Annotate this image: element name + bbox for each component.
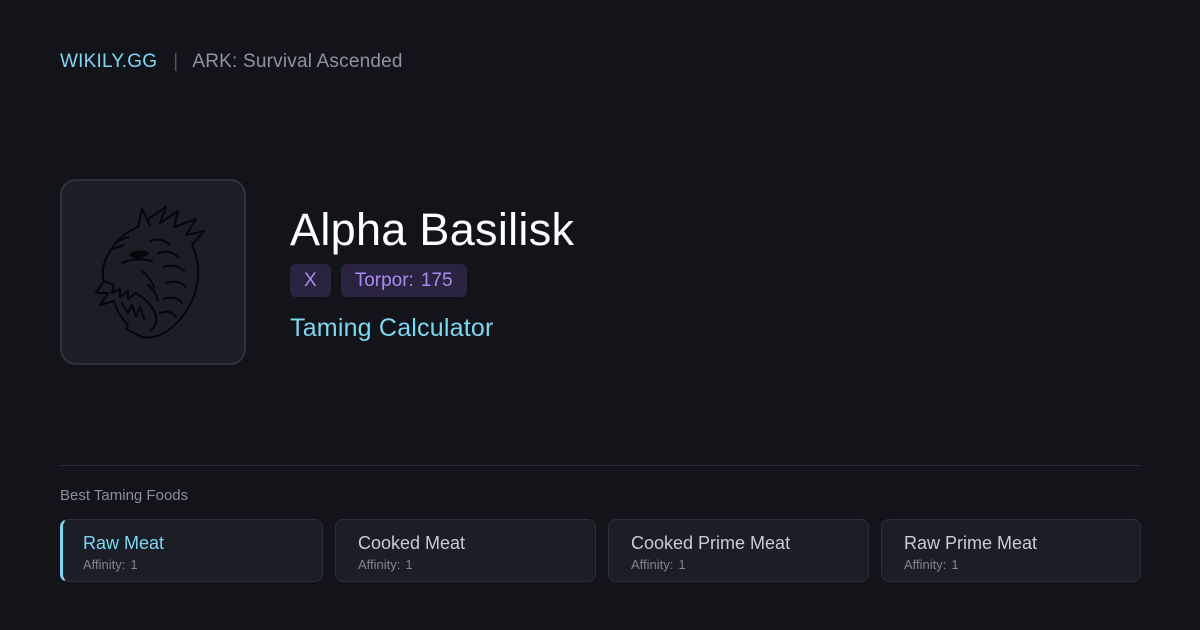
page: WIKILY.GG | ARK: Survival Ascended Alpha… — [0, 0, 1200, 630]
food-card-raw-meat[interactable]: Raw Meat Affinity: 1 — [60, 519, 323, 582]
header-bar: WIKILY.GG | ARK: Survival Ascended — [60, 49, 403, 75]
creature-name: Alpha Basilisk — [290, 204, 575, 255]
header-separator: | — [173, 51, 179, 72]
game-title[interactable]: ARK: Survival Ascended — [192, 51, 402, 73]
food-affinity: Affinity: 1 — [83, 557, 138, 572]
badge-label: Torpor: — [354, 269, 414, 291]
food-affinity: Affinity: 1 — [358, 557, 413, 572]
food-card-raw-prime-meat[interactable]: Raw Prime Meat Affinity: 1 — [881, 519, 1141, 582]
section-divider — [60, 465, 1140, 466]
food-name: Cooked Meat — [358, 533, 466, 553]
creature-portrait — [60, 179, 246, 365]
food-list: Raw Meat Affinity: 1 Cooked Meat Affinity… — [60, 519, 1141, 582]
badge-label: X — [304, 269, 317, 291]
food-name: Raw Prime Meat — [904, 533, 1038, 553]
food-card-cooked-meat[interactable]: Cooked Meat Affinity: 1 — [335, 519, 596, 582]
foods-heading: Best Taming Foods — [60, 487, 189, 504]
x-badge: X — [290, 264, 331, 297]
torpor-badge: Torpor: 175 — [340, 264, 467, 297]
brand-link[interactable]: WIKILY.GG — [60, 51, 157, 73]
basilisk-head-icon — [95, 206, 205, 339]
badge-value: 175 — [420, 269, 453, 291]
page-subtitle: Taming Calculator — [290, 314, 494, 342]
food-affinity: Affinity: 1 — [631, 557, 686, 572]
food-name: Cooked Prime Meat — [631, 533, 791, 553]
food-name: Raw Meat — [83, 533, 165, 553]
food-card-cooked-prime-meat[interactable]: Cooked Prime Meat Affinity: 1 — [608, 519, 869, 582]
food-affinity: Affinity: 1 — [904, 557, 959, 572]
badge-row: X Torpor: 175 — [290, 264, 467, 297]
